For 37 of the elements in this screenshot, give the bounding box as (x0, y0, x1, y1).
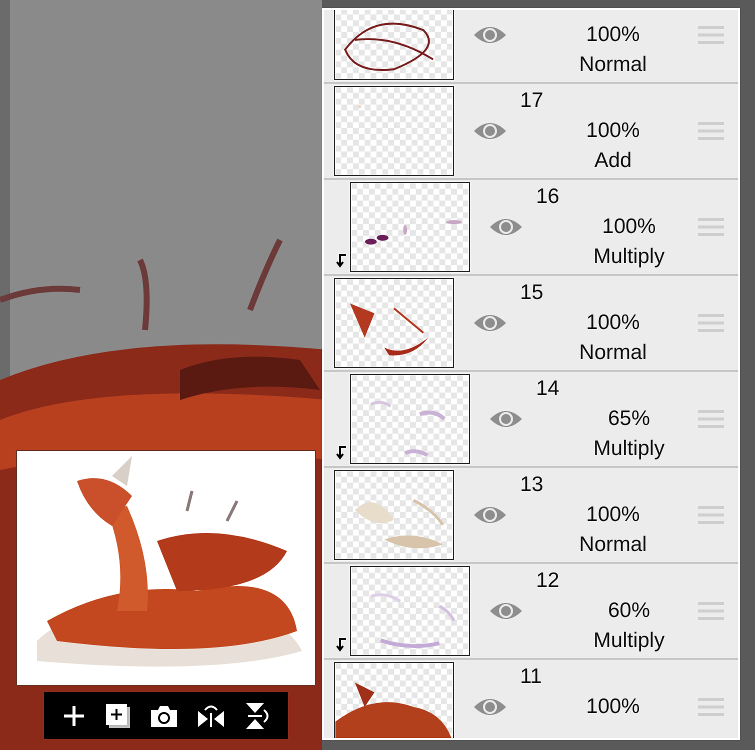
layer-number: 11 (519, 664, 543, 690)
opacity-value: 100% (601, 214, 657, 240)
blend-mode: Multiply (592, 436, 666, 462)
layer-number: 16 (535, 184, 560, 210)
layer-row[interactable]: 14 65% Multiply (324, 372, 738, 468)
layer-row[interactable]: 12 60% Multiply (324, 564, 738, 660)
drag-handle-icon[interactable] (698, 217, 724, 237)
blend-mode: Multiply (592, 244, 666, 270)
drag-handle-icon[interactable] (698, 313, 724, 333)
opacity-value: 100% (585, 118, 641, 144)
layer-row[interactable]: 17 100% Add (324, 84, 738, 180)
blend-mode: Multiply (592, 628, 666, 654)
layer-row[interactable]: 15 100% Normal (324, 276, 738, 372)
opacity-value: 100% (585, 310, 641, 336)
opacity-value: 100% (585, 22, 641, 48)
opacity-value: 100% (585, 502, 641, 528)
drag-handle-icon[interactable] (698, 409, 724, 429)
layer-number: 13 (519, 472, 544, 498)
opacity-value: 60% (606, 598, 652, 624)
layer-row[interactable]: 16 100% Multiply (324, 180, 738, 276)
layer-number: 12 (535, 568, 560, 594)
drag-handle-icon[interactable] (698, 505, 724, 525)
blend-mode: Add (593, 148, 633, 174)
drag-handle-icon[interactable] (698, 121, 724, 141)
layer-number: 15 (519, 280, 544, 306)
layer-row[interactable]: 100% Normal (324, 10, 738, 84)
blend-mode: Normal (578, 340, 648, 366)
opacity-value: 65% (606, 406, 652, 432)
drag-handle-icon[interactable] (698, 697, 724, 717)
drag-handle-icon[interactable] (698, 25, 724, 45)
layer-number: 14 (535, 376, 560, 402)
opacity-value: 100% (585, 694, 641, 720)
blend-mode: Normal (578, 52, 648, 78)
drag-handle-icon[interactable] (698, 601, 724, 621)
layer-row[interactable]: 13 100% Normal (324, 468, 738, 564)
layer-number: 17 (519, 88, 544, 114)
blend-mode: Normal (578, 532, 648, 558)
